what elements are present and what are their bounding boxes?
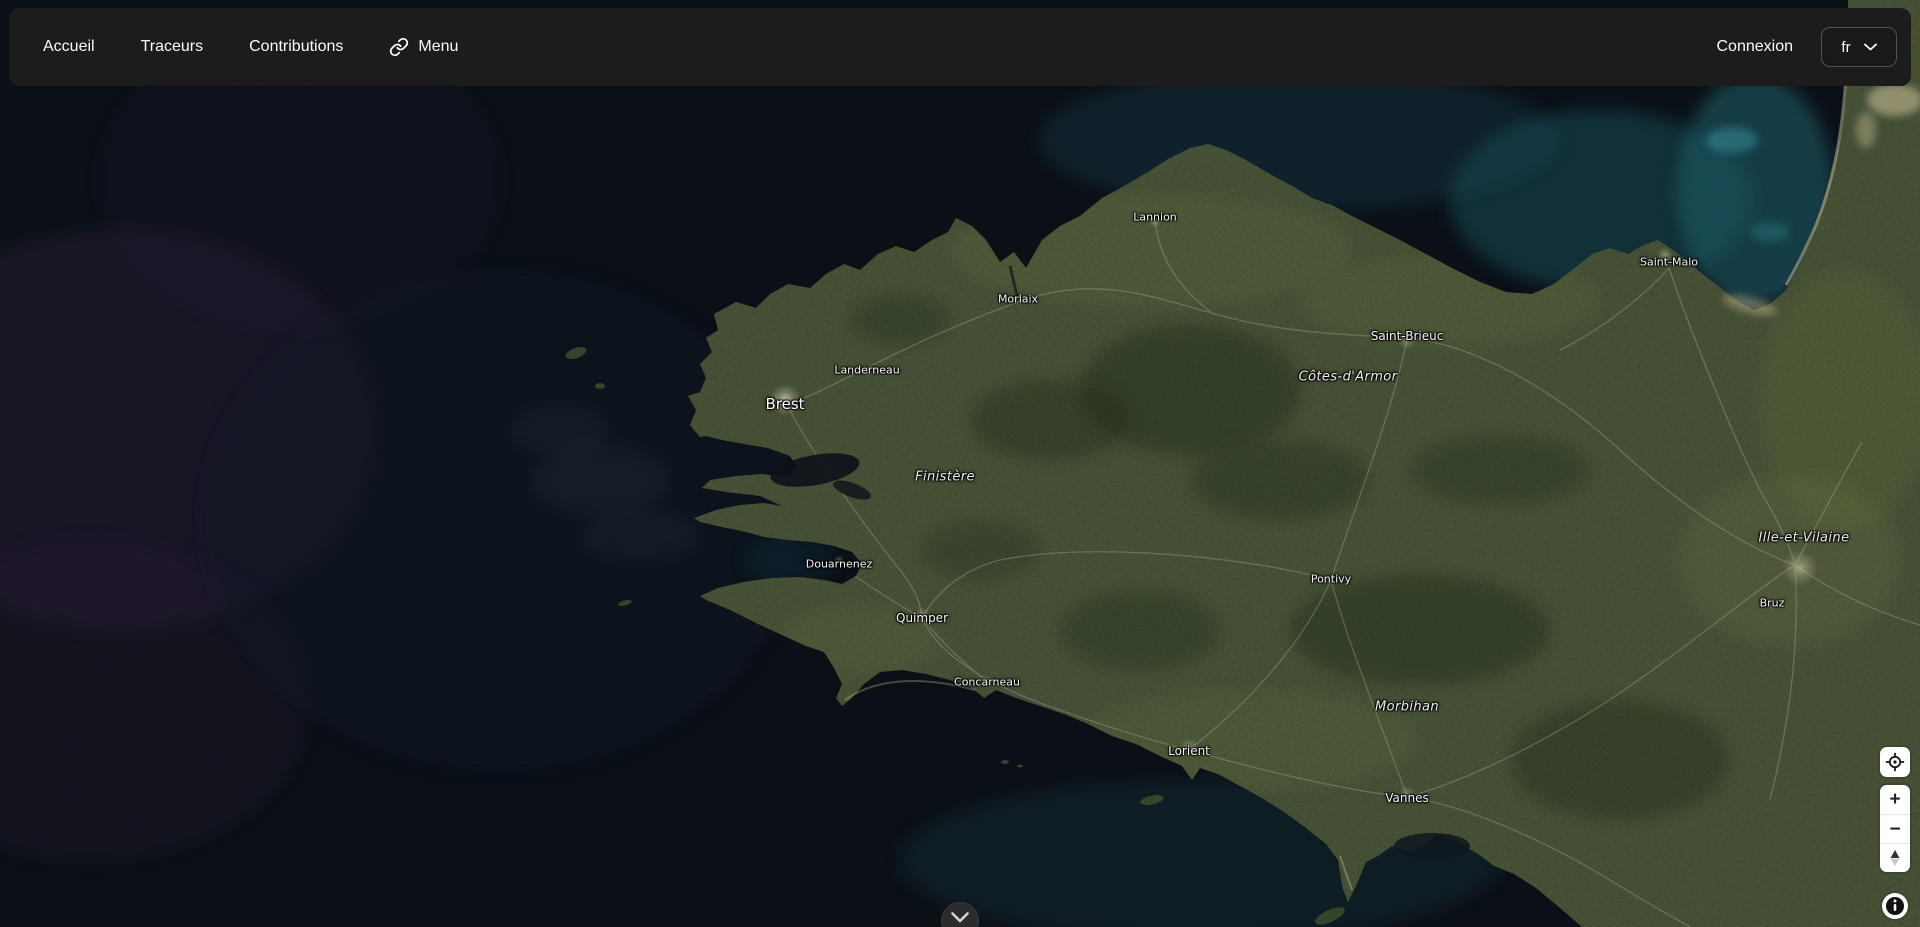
link-icon bbox=[389, 37, 409, 57]
connexion-label: Connexion bbox=[1717, 38, 1794, 56]
geolocate-button[interactable] bbox=[1880, 747, 1910, 777]
top-navbar: Accueil Traceurs Contributions Menu Conn… bbox=[9, 8, 1911, 86]
language-selected-value: fr bbox=[1841, 39, 1850, 56]
chevron-down-icon bbox=[951, 912, 969, 923]
connexion-button[interactable]: Connexion bbox=[1717, 38, 1794, 56]
nav-item-label: Accueil bbox=[43, 38, 95, 56]
zoom-in-label: + bbox=[1889, 790, 1900, 809]
nav-item-traceurs[interactable]: Traceurs bbox=[141, 38, 204, 56]
zoom-control-group: + − bbox=[1880, 785, 1910, 872]
zoom-out-button[interactable]: − bbox=[1880, 814, 1910, 843]
inland-water-layer bbox=[0, 0, 1920, 927]
info-icon bbox=[1885, 896, 1905, 916]
nav-item-label: Traceurs bbox=[141, 38, 204, 56]
compass-needle-icon bbox=[1888, 849, 1902, 867]
chevron-down-icon bbox=[1864, 43, 1877, 51]
zoom-in-button[interactable]: + bbox=[1880, 785, 1910, 814]
zoom-out-label: − bbox=[1889, 820, 1900, 839]
nav-left-group: Accueil Traceurs Contributions Menu bbox=[43, 37, 458, 57]
satellite-map[interactable]: LannionSaint-MaloMorlaixSaint-BrieucLand… bbox=[0, 0, 1920, 927]
nav-item-menu[interactable]: Menu bbox=[389, 37, 458, 57]
nav-item-contributions[interactable]: Contributions bbox=[249, 38, 343, 56]
crosshair-target-icon bbox=[1885, 752, 1905, 772]
nav-right-group: Connexion fr bbox=[1717, 27, 1898, 67]
nav-item-label: Menu bbox=[418, 38, 458, 56]
attribution-info-button[interactable] bbox=[1882, 893, 1908, 919]
nav-item-label: Contributions bbox=[249, 38, 343, 56]
language-select[interactable]: fr bbox=[1821, 27, 1897, 67]
nav-item-accueil[interactable]: Accueil bbox=[43, 38, 95, 56]
compass-button[interactable] bbox=[1880, 843, 1910, 872]
